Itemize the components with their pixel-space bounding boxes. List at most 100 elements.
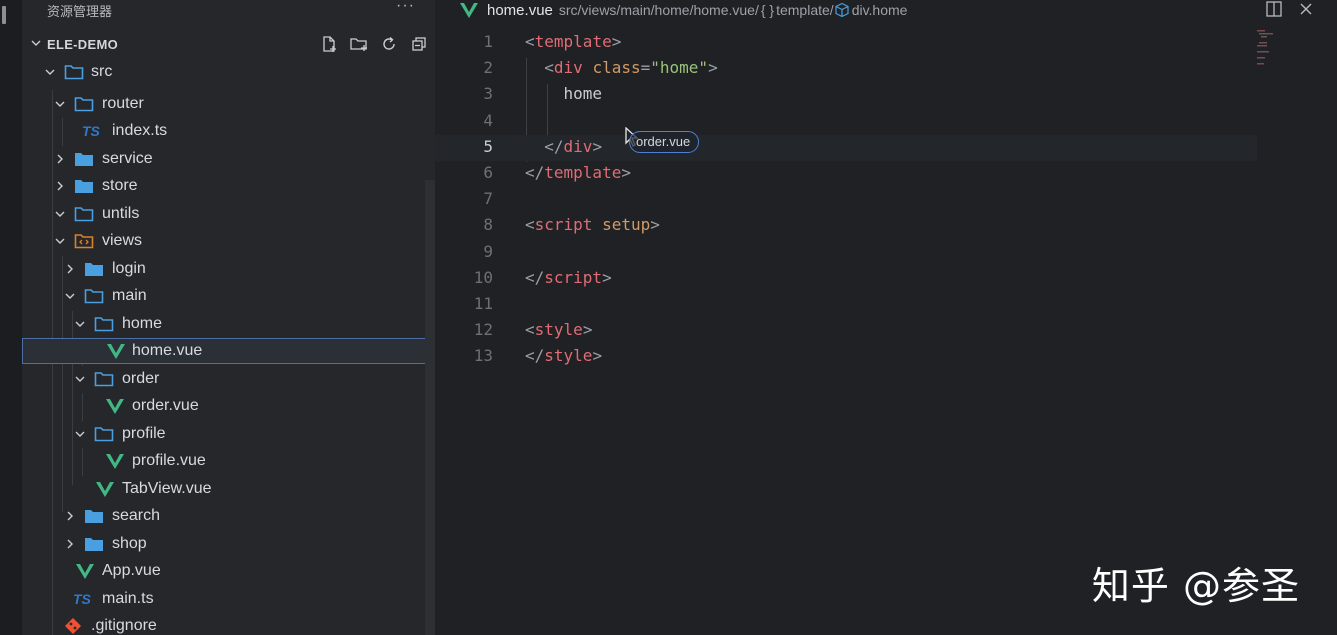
line-number: 13: [473, 346, 493, 366]
code-line[interactable]: 2 <div class="home">: [435, 56, 1257, 82]
code-line[interactable]: 3 home: [435, 82, 1257, 108]
code-token: =: [640, 58, 651, 78]
code-token: >: [621, 163, 631, 182]
drag-preview-label: order.vue: [629, 131, 700, 153]
code-token: div: [553, 58, 583, 78]
tree-label: home: [122, 315, 163, 332]
project-section-header[interactable]: ELE-DEMO: [22, 31, 435, 57]
code-token: </: [544, 136, 564, 156]
folder-open-icon: [64, 65, 84, 80]
tree-folder-service[interactable]: service: [22, 146, 435, 172]
more-actions-icon[interactable]: ···: [396, 0, 415, 15]
code-line[interactable]: 1 <template>: [435, 30, 1257, 56]
line-number: 10: [473, 267, 493, 287]
sidebar-scrollbar[interactable]: [425, 180, 435, 635]
code-text: </style>: [525, 346, 602, 365]
tree-folder-router[interactable]: router: [22, 91, 435, 117]
folder-open-icon: [94, 317, 114, 332]
breadcrumb-element[interactable]: div.home: [852, 2, 908, 18]
tree-folder-views[interactable]: views: [22, 228, 435, 254]
chevron-right-icon: [57, 154, 63, 164]
breadcrumb-template[interactable]: template/: [776, 2, 834, 18]
tree-file-profile-vue[interactable]: profile.vue: [22, 448, 435, 474]
vue-icon: [106, 399, 124, 414]
tree-label: service: [102, 150, 153, 167]
line-number: 12: [473, 320, 493, 340]
code-line[interactable]: 11: [435, 292, 1257, 318]
tree-label: router: [102, 95, 144, 112]
code-token: div: [563, 136, 593, 156]
tree-folder-login[interactable]: login: [22, 256, 435, 282]
tree-folder-untils[interactable]: untils: [22, 201, 435, 227]
code-token: style: [544, 346, 593, 366]
tree-folder-store[interactable]: store: [22, 173, 435, 199]
code-token: <: [544, 58, 554, 78]
chevron-down-icon: [55, 101, 65, 107]
code-text: <template>: [525, 32, 621, 51]
code-token: style: [534, 320, 583, 340]
code-line[interactable]: 13 </style>: [435, 344, 1257, 370]
tree-label: order: [122, 370, 160, 387]
code-line[interactable]: 9: [435, 240, 1257, 266]
tree-folder-search[interactable]: search: [22, 503, 435, 529]
line-number: 7: [483, 189, 493, 209]
tree-label: untils: [102, 205, 140, 222]
code-text: </div>: [525, 137, 602, 156]
chevron-right-icon: [67, 539, 73, 549]
explorer-header: 资源管理器 ···: [22, 0, 435, 20]
code-token: </: [525, 346, 545, 366]
tree-folder-src[interactable]: src: [22, 59, 435, 85]
code-line[interactable]: 6 </template>: [435, 161, 1257, 187]
minimap[interactable]: [1257, 28, 1283, 68]
chevron-down-icon: [65, 293, 75, 299]
code-line[interactable]: 4: [435, 109, 1257, 135]
collapse-all-icon[interactable]: [409, 35, 429, 53]
line-number: 8: [483, 215, 493, 235]
folder-icon: [75, 180, 93, 193]
tree-file-tabview-vue[interactable]: TabView.vue: [22, 476, 435, 502]
new-folder-icon[interactable]: [349, 35, 369, 53]
chevron-down-icon: [55, 211, 65, 217]
tree-file-gitignore[interactable]: .gitignore: [22, 613, 435, 635]
tree-folder-home[interactable]: home: [22, 311, 435, 337]
tree-file-main-ts[interactable]: TS main.ts: [22, 586, 435, 612]
tree-file-order-vue[interactable]: order.vue: [22, 393, 435, 419]
tree-folder-profile[interactable]: profile: [22, 421, 435, 447]
tree-label: App.vue: [102, 562, 161, 579]
split-editor-icon[interactable]: [1265, 0, 1283, 18]
chevron-down-icon: [75, 376, 85, 382]
code-text: <style>: [525, 320, 592, 339]
explorer-sidebar: 资源管理器 ··· ELE-DEMO src router TS index.t…: [22, 0, 435, 635]
close-icon[interactable]: [1297, 0, 1315, 18]
code-line[interactable]: 7: [435, 187, 1257, 213]
folder-open-icon: [74, 207, 94, 222]
tree-folder-shop[interactable]: shop: [22, 531, 435, 557]
refresh-icon[interactable]: [379, 35, 399, 53]
tree-file-home-vue[interactable]: home.vue: [22, 338, 435, 364]
tree-label: main: [112, 287, 147, 304]
code-line[interactable]: 12 <style>: [435, 318, 1257, 344]
code-token: >: [650, 215, 660, 235]
tree-folder-order[interactable]: order: [22, 366, 435, 392]
new-file-icon[interactable]: [319, 35, 339, 53]
code-token: >: [708, 58, 718, 78]
code-token: template: [544, 163, 622, 182]
project-name: ELE-DEMO: [47, 37, 119, 52]
breadcrumb-path[interactable]: src/views/main/home/home.vue/: [559, 2, 759, 18]
tree-file-app-vue[interactable]: App.vue: [22, 558, 435, 584]
code-token: setup: [602, 215, 651, 235]
code-line[interactable]: 10 </script>: [435, 266, 1257, 292]
vue-icon: [96, 482, 114, 497]
code-line[interactable]: 8 <script setup>: [435, 213, 1257, 239]
tree-label: login: [112, 260, 146, 277]
code-line[interactable]: 5 </div>: [435, 134, 1257, 161]
tree-file-index-ts[interactable]: TS index.ts: [22, 118, 435, 144]
breadcrumb-file[interactable]: home.vue: [487, 2, 553, 19]
line-number: 1: [483, 32, 493, 51]
code-text: </script>: [525, 268, 612, 287]
code-token: template: [534, 32, 612, 51]
tree-folder-main[interactable]: main: [22, 283, 435, 309]
folder-open-icon: [94, 372, 114, 387]
code-token: </: [525, 163, 545, 182]
